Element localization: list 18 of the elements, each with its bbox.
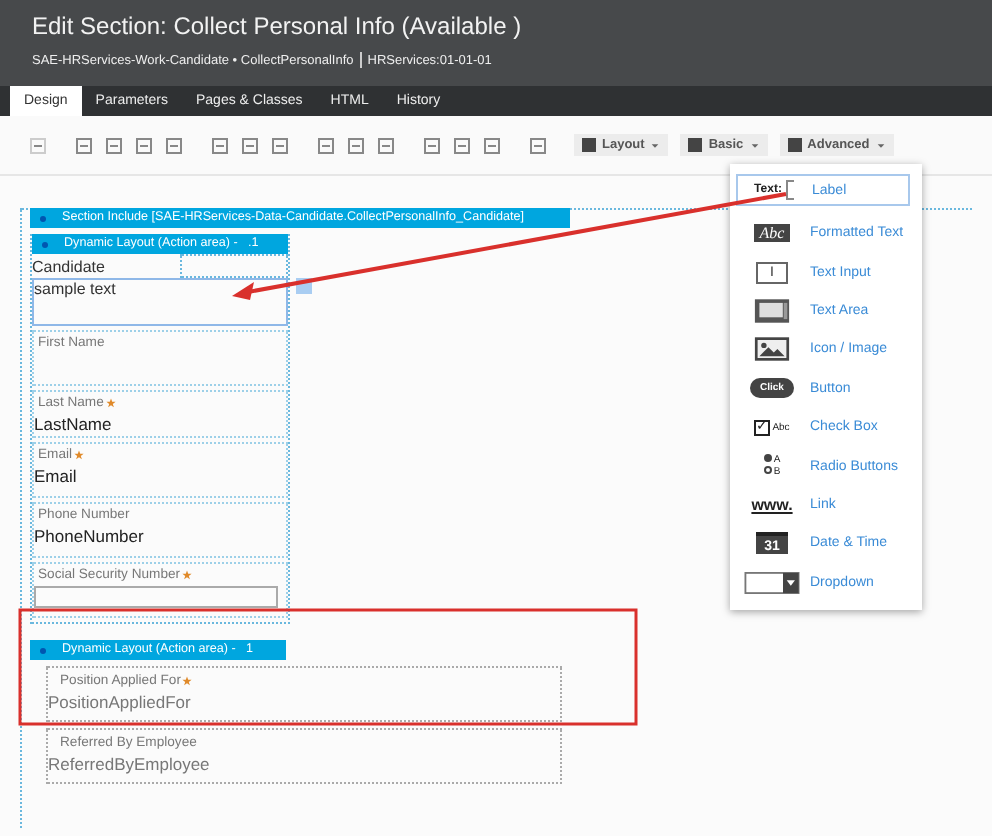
field-value: PositionAppliedFor	[48, 692, 193, 712]
input-field[interactable]	[34, 586, 278, 608]
field-value: LastName	[34, 414, 114, 434]
heading-text: Candidate	[32, 257, 105, 275]
text-area-icon	[754, 297, 790, 324]
field-value: PhoneNumber	[34, 526, 146, 546]
link-icon: www.	[751, 495, 793, 514]
caret-icon	[749, 141, 760, 149]
field-value: ReferredByEmployee	[48, 754, 212, 774]
image-icon	[754, 336, 790, 363]
caret-icon	[875, 141, 886, 149]
formatted-text-icon: Abc	[753, 224, 791, 243]
window-title: Edit Section: Collect Personal Info (Available )	[32, 12, 524, 40]
caret-icon	[650, 141, 661, 149]
field-value: Email	[34, 466, 79, 486]
selected-label-cell[interactable]: sample text	[32, 278, 288, 326]
empty-cell[interactable]	[180, 254, 288, 278]
dropdown-icon	[744, 571, 800, 594]
